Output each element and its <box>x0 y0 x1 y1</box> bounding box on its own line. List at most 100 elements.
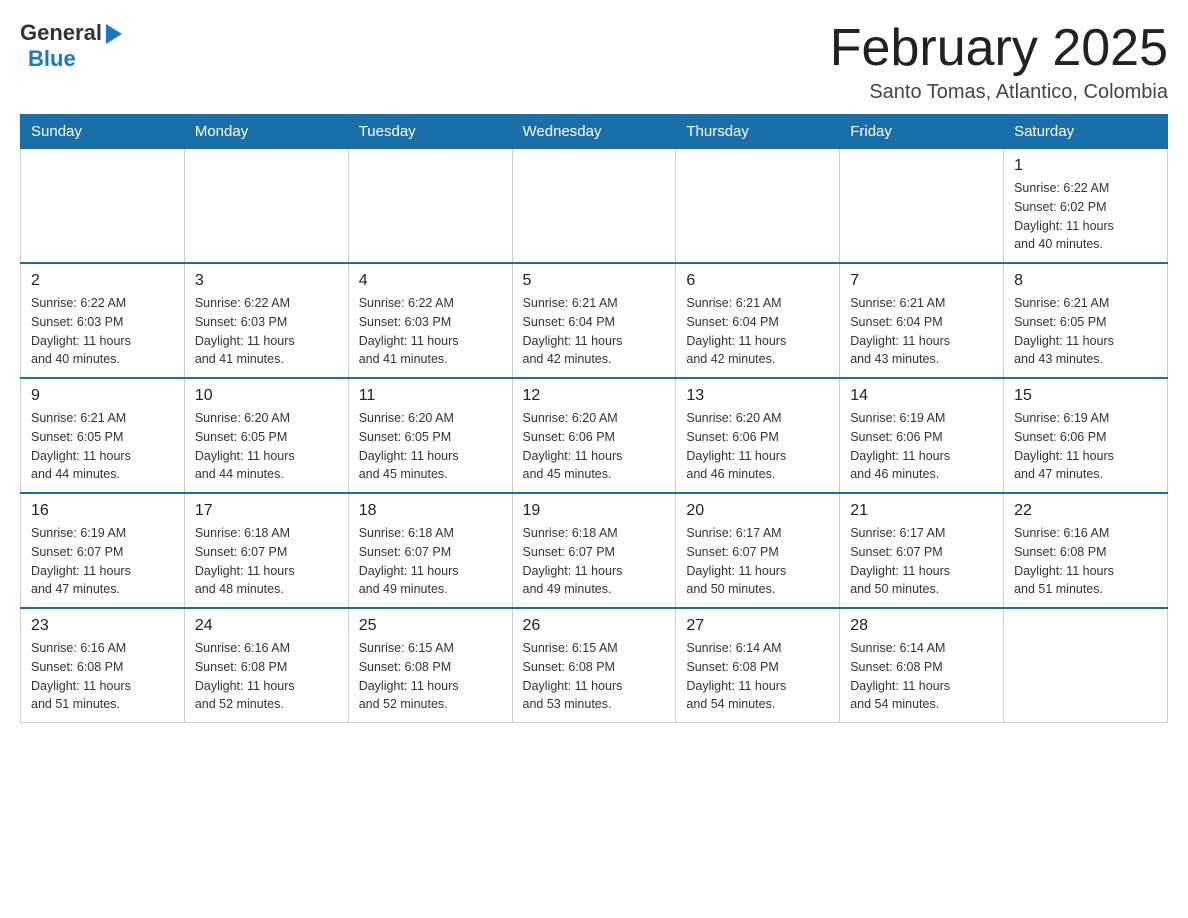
calendar-cell: 19 Sunrise: 6:18 AM Sunset: 6:07 PM Dayli… <box>512 493 676 608</box>
day-info: Sunrise: 6:19 AM Sunset: 6:07 PM Dayligh… <box>31 524 174 599</box>
day-info: Sunrise: 6:14 AM Sunset: 6:08 PM Dayligh… <box>686 639 829 714</box>
day-info: Sunrise: 6:15 AM Sunset: 6:08 PM Dayligh… <box>359 639 502 714</box>
calendar-cell: 3 Sunrise: 6:22 AM Sunset: 6:03 PM Daylig… <box>184 263 348 378</box>
calendar-week-row: 1 Sunrise: 6:22 AM Sunset: 6:02 PM Daylig… <box>21 149 1168 264</box>
header-friday: Friday <box>840 115 1004 149</box>
day-number: 1 <box>1014 157 1157 175</box>
calendar-cell: 15Sunrise: 6:19 AM Sunset: 6:06 PM Dayli… <box>1004 378 1168 493</box>
day-number: 4 <box>359 272 502 290</box>
calendar-week-row: 2 Sunrise: 6:22 AM Sunset: 6:03 PM Daylig… <box>21 263 1168 378</box>
day-number: 2 <box>31 272 174 290</box>
day-info: Sunrise: 6:21 AM Sunset: 6:05 PM Dayligh… <box>1014 294 1157 369</box>
calendar-cell: 7Sunrise: 6:21 AM Sunset: 6:04 PM Daylig… <box>840 263 1004 378</box>
day-info: Sunrise: 6:20 AM Sunset: 6:06 PM Dayligh… <box>686 409 829 484</box>
calendar-cell: 4 Sunrise: 6:22 AM Sunset: 6:03 PM Daylig… <box>348 263 512 378</box>
calendar-cell: 1 Sunrise: 6:22 AM Sunset: 6:02 PM Daylig… <box>1004 149 1168 264</box>
calendar-cell <box>184 149 348 264</box>
calendar-cell: 14 Sunrise: 6:19 AM Sunset: 6:06 PM Dayli… <box>840 378 1004 493</box>
calendar-cell: 22 Sunrise: 6:16 AM Sunset: 6:08 PM Dayli… <box>1004 493 1168 608</box>
calendar-cell: 25 Sunrise: 6:15 AM Sunset: 6:08 PM Dayli… <box>348 608 512 723</box>
day-number: 28 <box>850 617 993 635</box>
day-number: 20 <box>686 502 829 520</box>
day-number: 27 <box>686 617 829 635</box>
calendar-cell: 21 Sunrise: 6:17 AM Sunset: 6:07 PM Dayli… <box>840 493 1004 608</box>
day-info: Sunrise: 6:21 AM Sunset: 6:04 PM Dayligh… <box>686 294 829 369</box>
calendar-cell <box>348 149 512 264</box>
calendar-cell: 9 Sunrise: 6:21 AM Sunset: 6:05 PM Daylig… <box>21 378 185 493</box>
calendar-cell: 13 Sunrise: 6:20 AM Sunset: 6:06 PM Dayli… <box>676 378 840 493</box>
day-info: Sunrise: 6:21 AM Sunset: 6:04 PM Dayligh… <box>523 294 666 369</box>
calendar-cell: 12 Sunrise: 6:20 AM Sunset: 6:06 PM Dayli… <box>512 378 676 493</box>
day-number: 19 <box>523 502 666 520</box>
day-number: 14 <box>850 387 993 405</box>
day-info: Sunrise: 6:20 AM Sunset: 6:05 PM Dayligh… <box>359 409 502 484</box>
calendar-cell: 17 Sunrise: 6:18 AM Sunset: 6:07 PM Dayli… <box>184 493 348 608</box>
day-info: Sunrise: 6:14 AM Sunset: 6:08 PM Dayligh… <box>850 639 993 714</box>
page-header: General Blue February 2025 Santo Tomas, … <box>20 20 1168 104</box>
day-number: 10 <box>195 387 338 405</box>
day-number: 25 <box>359 617 502 635</box>
calendar-cell <box>676 149 840 264</box>
calendar-week-row: 9 Sunrise: 6:21 AM Sunset: 6:05 PM Daylig… <box>21 378 1168 493</box>
day-number: 22 <box>1014 502 1157 520</box>
calendar-cell <box>840 149 1004 264</box>
calendar-cell: 26 Sunrise: 6:15 AM Sunset: 6:08 PM Dayli… <box>512 608 676 723</box>
calendar-week-row: 16Sunrise: 6:19 AM Sunset: 6:07 PM Dayli… <box>21 493 1168 608</box>
calendar-cell: 18 Sunrise: 6:18 AM Sunset: 6:07 PM Dayli… <box>348 493 512 608</box>
day-info: Sunrise: 6:22 AM Sunset: 6:03 PM Dayligh… <box>359 294 502 369</box>
day-info: Sunrise: 6:20 AM Sunset: 6:06 PM Dayligh… <box>523 409 666 484</box>
day-info: Sunrise: 6:16 AM Sunset: 6:08 PM Dayligh… <box>31 639 174 714</box>
day-number: 17 <box>195 502 338 520</box>
day-number: 26 <box>523 617 666 635</box>
calendar-table: Sunday Monday Tuesday Wednesday Thursday… <box>20 114 1168 723</box>
calendar-cell: 8 Sunrise: 6:21 AM Sunset: 6:05 PM Daylig… <box>1004 263 1168 378</box>
day-info: Sunrise: 6:18 AM Sunset: 6:07 PM Dayligh… <box>523 524 666 599</box>
day-info: Sunrise: 6:17 AM Sunset: 6:07 PM Dayligh… <box>850 524 993 599</box>
calendar-cell: 28 Sunrise: 6:14 AM Sunset: 6:08 PM Dayli… <box>840 608 1004 723</box>
day-number: 9 <box>31 387 174 405</box>
day-info: Sunrise: 6:22 AM Sunset: 6:02 PM Dayligh… <box>1014 179 1157 254</box>
day-info: Sunrise: 6:17 AM Sunset: 6:07 PM Dayligh… <box>686 524 829 599</box>
header-wednesday: Wednesday <box>512 115 676 149</box>
month-title: February 2025 <box>830 20 1168 77</box>
weekday-header-row: Sunday Monday Tuesday Wednesday Thursday… <box>21 115 1168 149</box>
day-number: 5 <box>523 272 666 290</box>
day-number: 18 <box>359 502 502 520</box>
day-number: 13 <box>686 387 829 405</box>
day-info: Sunrise: 6:20 AM Sunset: 6:05 PM Dayligh… <box>195 409 338 484</box>
day-info: Sunrise: 6:22 AM Sunset: 6:03 PM Dayligh… <box>31 294 174 369</box>
day-info: Sunrise: 6:18 AM Sunset: 6:07 PM Dayligh… <box>359 524 502 599</box>
calendar-cell: 6 Sunrise: 6:21 AM Sunset: 6:04 PM Daylig… <box>676 263 840 378</box>
day-number: 7 <box>850 272 993 290</box>
calendar-cell: 11 Sunrise: 6:20 AM Sunset: 6:05 PM Dayli… <box>348 378 512 493</box>
header-saturday: Saturday <box>1004 115 1168 149</box>
header-sunday: Sunday <box>21 115 185 149</box>
location-text: Santo Tomas, Atlantico, Colombia <box>830 81 1168 104</box>
day-info: Sunrise: 6:21 AM Sunset: 6:05 PM Dayligh… <box>31 409 174 484</box>
day-info: Sunrise: 6:19 AM Sunset: 6:06 PM Dayligh… <box>850 409 993 484</box>
header-tuesday: Tuesday <box>348 115 512 149</box>
calendar-cell <box>512 149 676 264</box>
logo: General Blue <box>20 20 126 72</box>
day-number: 3 <box>195 272 338 290</box>
day-info: Sunrise: 6:16 AM Sunset: 6:08 PM Dayligh… <box>1014 524 1157 599</box>
calendar-cell: 16Sunrise: 6:19 AM Sunset: 6:07 PM Dayli… <box>21 493 185 608</box>
day-number: 6 <box>686 272 829 290</box>
calendar-cell: 2 Sunrise: 6:22 AM Sunset: 6:03 PM Daylig… <box>21 263 185 378</box>
day-number: 11 <box>359 387 502 405</box>
day-info: Sunrise: 6:15 AM Sunset: 6:08 PM Dayligh… <box>523 639 666 714</box>
calendar-cell: 20 Sunrise: 6:17 AM Sunset: 6:07 PM Dayli… <box>676 493 840 608</box>
day-number: 12 <box>523 387 666 405</box>
day-number: 8 <box>1014 272 1157 290</box>
day-number: 23 <box>31 617 174 635</box>
day-info: Sunrise: 6:22 AM Sunset: 6:03 PM Dayligh… <box>195 294 338 369</box>
day-info: Sunrise: 6:18 AM Sunset: 6:07 PM Dayligh… <box>195 524 338 599</box>
calendar-week-row: 23 Sunrise: 6:16 AM Sunset: 6:08 PM Dayli… <box>21 608 1168 723</box>
header-monday: Monday <box>184 115 348 149</box>
calendar-cell: 5 Sunrise: 6:21 AM Sunset: 6:04 PM Daylig… <box>512 263 676 378</box>
header-thursday: Thursday <box>676 115 840 149</box>
calendar-cell: 10 Sunrise: 6:20 AM Sunset: 6:05 PM Dayli… <box>184 378 348 493</box>
day-number: 21 <box>850 502 993 520</box>
day-info: Sunrise: 6:16 AM Sunset: 6:08 PM Dayligh… <box>195 639 338 714</box>
logo-general-text: General <box>20 20 102 46</box>
